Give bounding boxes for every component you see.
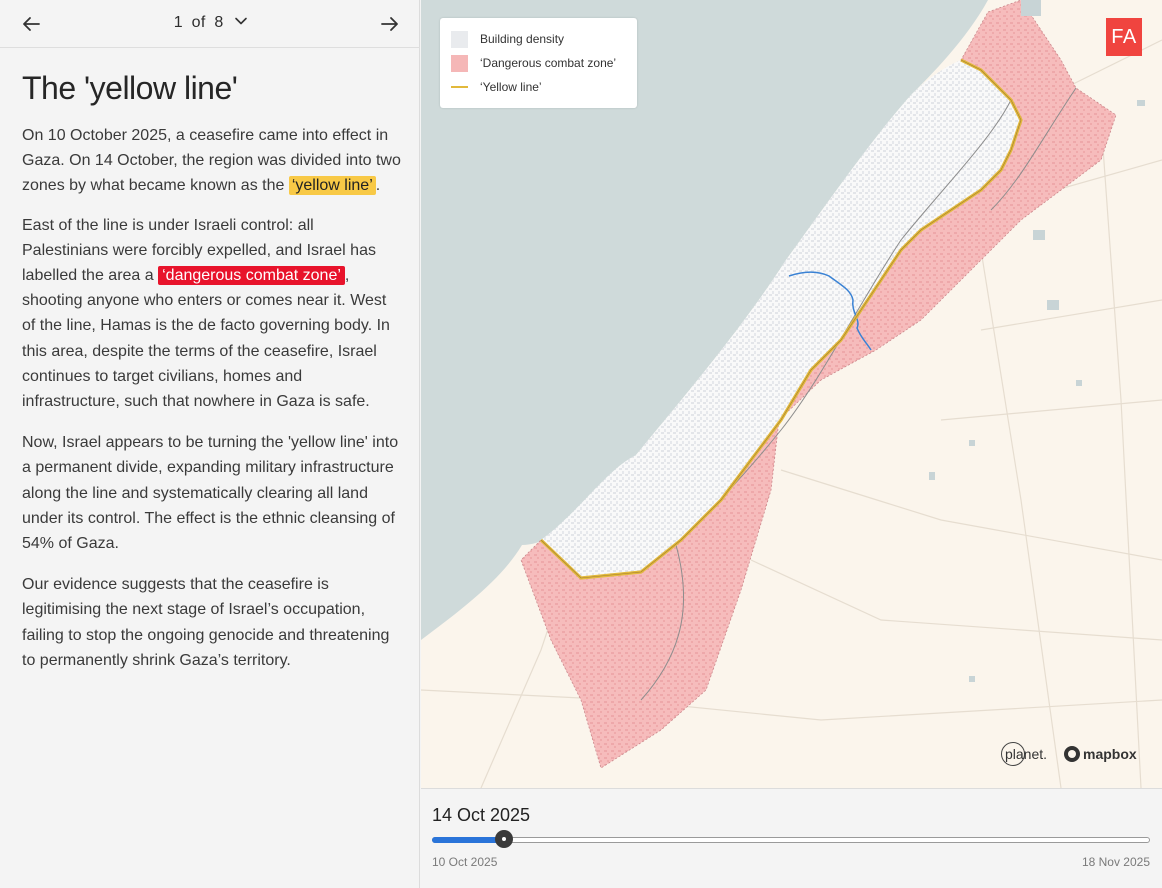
map-canvas — [421, 0, 1162, 788]
legend-item-combat-zone: ‘Dangerous combat zone’ — [451, 54, 616, 72]
timeline-start-date: 10 Oct 2025 — [432, 855, 498, 869]
timeline-end-date: 18 Nov 2025 — [1081, 855, 1150, 869]
page-counter[interactable]: 1 of 8 — [0, 14, 420, 32]
story-panel: 1 of 8 The 'yellow line' On 10 October 2… — [0, 0, 420, 888]
paragraph-1: On 10 October 2025, a ceasefire came int… — [22, 123, 404, 199]
paragraph-1-end: . — [375, 177, 381, 195]
timeline-progress — [432, 837, 504, 843]
mapbox-credit-label: mapbox — [1083, 746, 1137, 762]
building-density-swatch — [451, 30, 468, 48]
paragraph-2: East of the line is under Israeli contro… — [22, 213, 404, 415]
legend-label-yellow-line: ‘Yellow line’ — [480, 80, 542, 94]
map-legend: Building density ‘Dangerous combat zone’… — [440, 18, 637, 108]
yellow-line-swatch — [451, 86, 468, 88]
timeline-slider-handle[interactable] — [494, 830, 513, 848]
map-view[interactable]: Building density ‘Dangerous combat zone’… — [421, 0, 1162, 788]
current-date: 14 Oct 2025 — [432, 805, 531, 825]
planet-credit[interactable]: planet. — [1001, 742, 1047, 766]
combat-zone-swatch — [451, 54, 468, 72]
page-title: The 'yellow line' — [22, 70, 238, 106]
legend-label-combat-zone: ‘Dangerous combat zone’ — [480, 56, 617, 70]
combat-zone-highlight: ‘dangerous combat zone’ — [158, 266, 345, 286]
legend-item-yellow-line: ‘Yellow line’ — [451, 78, 542, 96]
timeline: 14 Oct 2025 10 Oct 2025 18 Nov 2025 — [421, 788, 1162, 888]
pager: 1 of 8 — [0, 0, 420, 48]
timeline-track[interactable] — [432, 837, 1150, 843]
legend-item-building-density: Building density — [451, 30, 564, 48]
planet-credit-label: planet. — [1005, 746, 1048, 762]
legend-label-building-density: Building density — [480, 32, 565, 46]
paragraph-3: Now, Israel appears to be turning the 'y… — [22, 434, 399, 553]
paragraph-4: Our evidence suggests that the ceasefire… — [22, 576, 390, 669]
page-total: 8 — [214, 14, 224, 31]
arrow-right-icon[interactable] — [378, 12, 402, 36]
mapbox-credit[interactable]: mapbox — [1064, 742, 1137, 766]
mapbox-logo-icon — [1064, 746, 1080, 762]
article-body: On 10 October 2025, a ceasefire came int… — [22, 123, 404, 689]
page-of-label: of — [191, 14, 206, 31]
paragraph-2-end: , shooting anyone who enters or comes ne… — [22, 267, 390, 411]
page-current: 1 — [173, 14, 183, 31]
chevron-down-icon — [235, 17, 248, 25]
yellow-line-highlight: ‘yellow line’ — [288, 176, 376, 196]
fa-logo[interactable]: FA — [1106, 18, 1142, 56]
